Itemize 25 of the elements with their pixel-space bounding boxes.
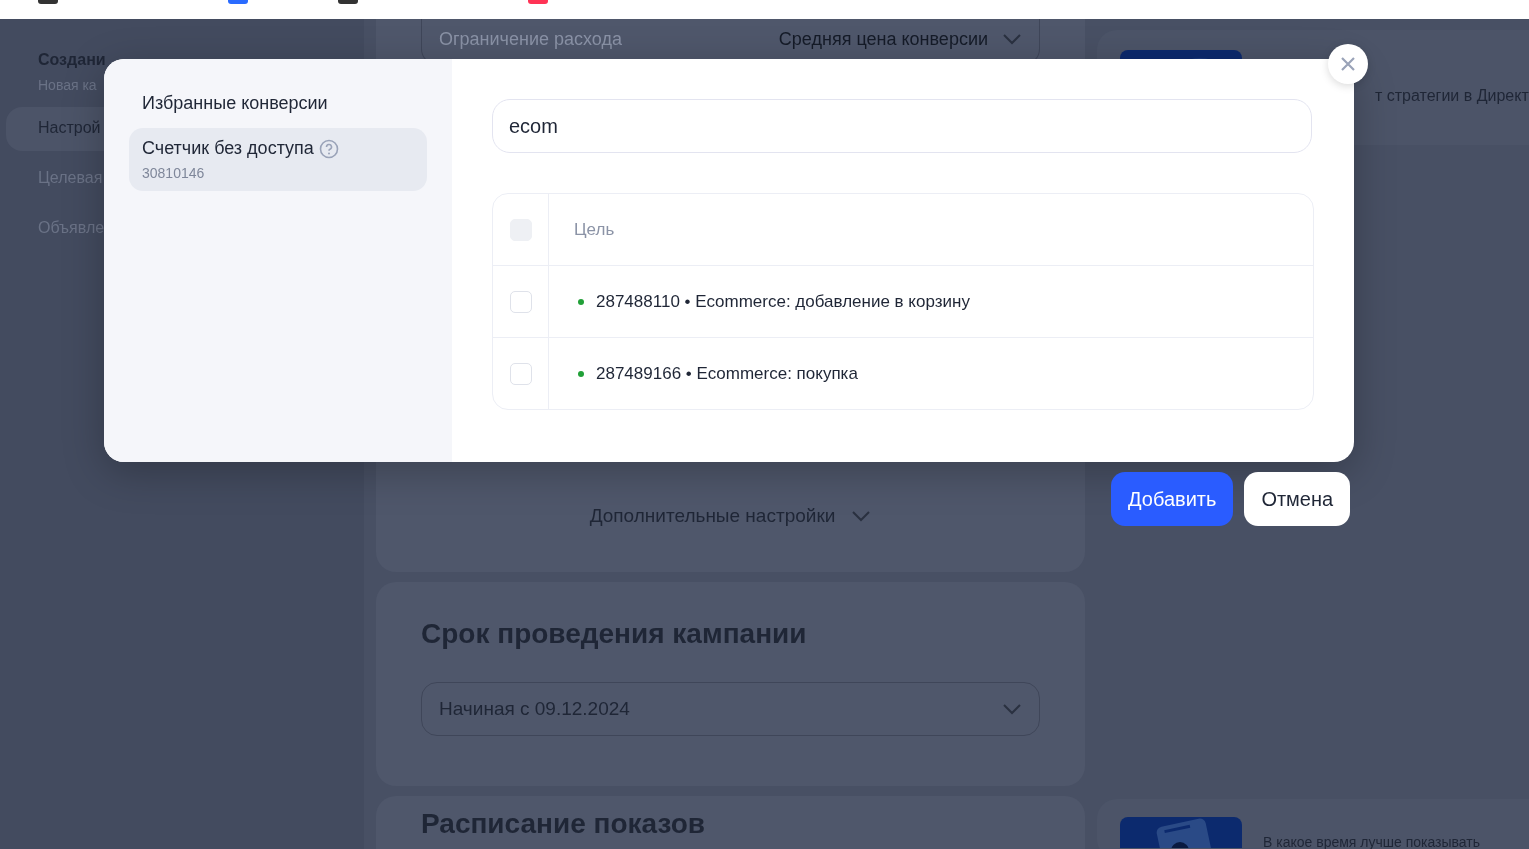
field-label: Ограничение расхода — [439, 28, 623, 50]
status-dot-icon — [578, 370, 584, 377]
counter-item[interactable]: Счетчик без доступа 30810146 — [129, 128, 427, 191]
close-icon — [1340, 56, 1356, 72]
column-header: Цель — [573, 218, 615, 241]
row-checkbox[interactable] — [509, 290, 532, 313]
status-dot-icon — [578, 298, 584, 305]
add-button[interactable]: Добавить — [1111, 472, 1234, 526]
counter-item[interactable]: Избранные конверсии — [129, 83, 427, 124]
bookmark-icon[interactable] — [338, 0, 358, 4]
bookmark-icon[interactable] — [228, 0, 248, 4]
search-field[interactable]: ecom — [492, 99, 1312, 153]
counter-id: 30810146 — [142, 165, 206, 181]
cancel-button[interactable]: Отмена — [1244, 472, 1351, 526]
bookmark-icon[interactable] — [38, 0, 58, 4]
help-icon[interactable] — [318, 138, 339, 159]
chevron-icon — [851, 510, 872, 522]
goal-name: 287489166 • Ecommerce: покупка — [596, 363, 858, 384]
row-checkbox[interactable] — [509, 362, 532, 385]
field-value: Средняя цена конверсии — [778, 28, 988, 50]
goal-name: 287488110 • Ecommerce: добавление в корзину — [596, 291, 970, 312]
counter-name: Избранные конверсии — [142, 93, 328, 114]
chevron-icon — [1002, 703, 1022, 715]
chevron-icon — [1002, 33, 1022, 45]
counter-name: Счетчик без доступа — [142, 138, 314, 159]
